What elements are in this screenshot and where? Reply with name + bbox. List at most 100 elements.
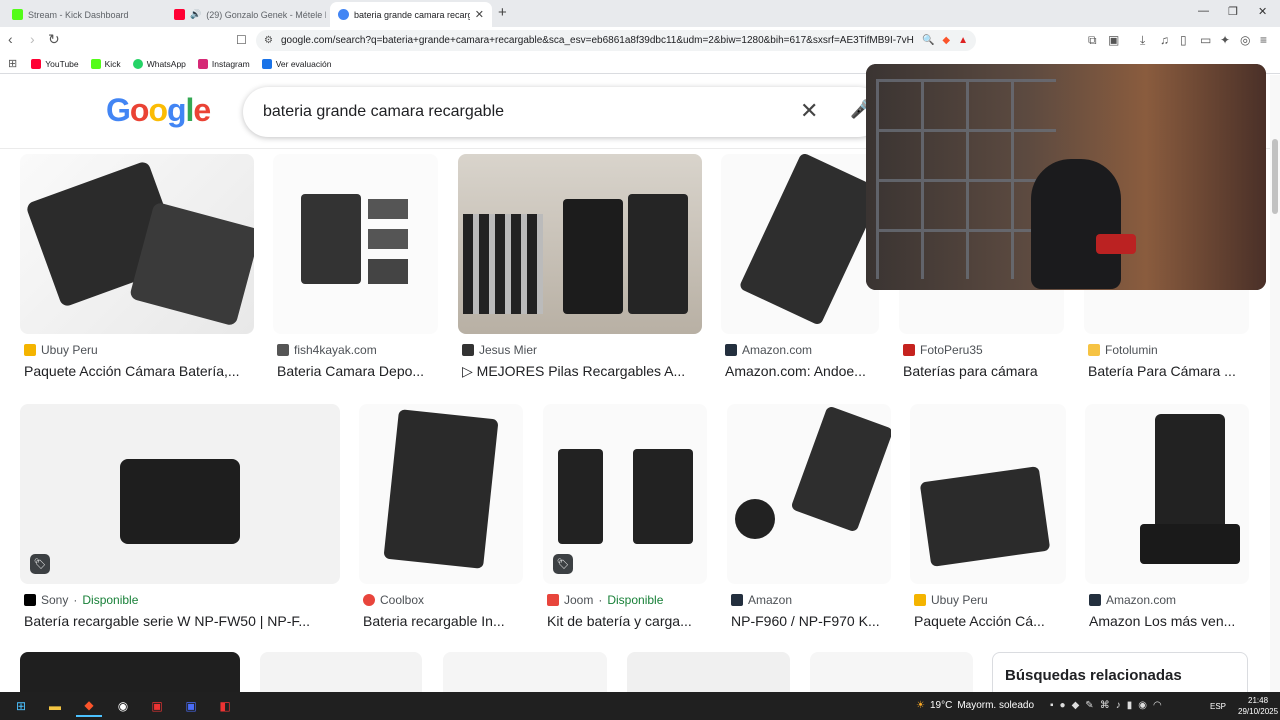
bookmark-ver-evaluacion[interactable]: Ver evaluación	[261, 58, 331, 69]
result-thumbnail[interactable]	[20, 404, 340, 584]
site-icon	[731, 594, 743, 606]
tray-icon[interactable]: ⌘	[1100, 700, 1110, 711]
brave-rewards-icon[interactable]: ▲	[958, 35, 968, 46]
result-source[interactable]: Fotolumin	[1088, 343, 1158, 357]
result-thumbnail[interactable]	[810, 652, 973, 692]
result-source[interactable]: Joom · Disponible	[547, 593, 663, 607]
media-icon[interactable]: ♫	[1160, 33, 1169, 47]
new-tab-button[interactable]: +	[498, 4, 507, 21]
tray-icon[interactable]: ●	[1060, 700, 1066, 711]
windows-taskbar: ⊞ ▬ ◆ ◉ ▣ ▣ ◧ ☀ 19°C Mayorm. soleado ▪ ● ◆ ✎ ⌘…	[0, 692, 1280, 720]
result-title[interactable]: Amazon Los más ven...	[1089, 613, 1249, 629]
extensions-icon[interactable]: ⧉	[1088, 33, 1097, 48]
result-title[interactable]: Batería Para Cámara ...	[1088, 363, 1248, 379]
result-source[interactable]: Jesus Mier	[462, 343, 537, 357]
result-title[interactable]: Paquete Acción Cámara Batería,...	[24, 363, 254, 379]
menu-icon[interactable]: ≡	[1260, 33, 1267, 47]
apps-icon[interactable]: ⊞	[8, 57, 17, 70]
result-thumbnail[interactable]	[20, 154, 254, 334]
app-icon-2[interactable]: ▣	[178, 695, 204, 717]
result-source[interactable]: Amazon.com	[725, 343, 812, 357]
tab-search-icon[interactable]: ▣	[1108, 33, 1119, 47]
result-source[interactable]: fish4kayak.com	[277, 343, 377, 357]
result-thumbnail[interactable]	[727, 404, 891, 584]
result-thumbnail[interactable]	[260, 652, 422, 692]
result-thumbnail[interactable]	[627, 652, 790, 692]
forward-icon[interactable]: ›	[30, 31, 35, 47]
result-source[interactable]: Sony · Disponible	[24, 593, 138, 607]
result-title[interactable]: Baterías para cámara	[903, 363, 1063, 379]
tray-icon[interactable]: ♪	[1116, 700, 1121, 711]
vpn-icon[interactable]: ◎	[1240, 33, 1250, 47]
wallet-icon[interactable]: ▭	[1200, 33, 1211, 47]
restore-icon[interactable]: ❐	[1228, 5, 1238, 18]
clock[interactable]: 21:48 29/10/2025	[1238, 695, 1278, 717]
tray-icon[interactable]: ▮	[1127, 700, 1133, 711]
result-source[interactable]: Ubuy Peru	[24, 343, 98, 357]
tray-icon[interactable]: ✎	[1085, 700, 1093, 711]
tab-youtube-video[interactable]: 🔊 (29) Gonzalo Genek - Métele Bell	[166, 2, 326, 27]
weather-widget[interactable]: ☀ 19°C Mayorm. soleado	[916, 700, 1034, 711]
clear-search-icon[interactable]: ✕	[800, 98, 818, 124]
result-title[interactable]: Kit de batería y carga...	[547, 613, 707, 629]
site-icon	[462, 344, 474, 356]
result-thumbnail[interactable]	[20, 652, 240, 692]
obs-icon[interactable]: ◉	[110, 695, 136, 717]
tab-kick-dashboard[interactable]: Stream - Kick Dashboard	[4, 2, 164, 27]
brave-icon[interactable]: ◆	[76, 695, 102, 717]
close-tab-icon[interactable]: ✕	[475, 8, 484, 21]
leo-icon[interactable]: ✦	[1220, 33, 1230, 47]
tab-google-search[interactable]: bateria grande camara recargab ✕	[330, 2, 492, 27]
result-title[interactable]: Amazon.com: Andoe...	[725, 363, 879, 379]
sidebar-icon[interactable]: ▯	[1180, 33, 1187, 47]
result-thumbnail[interactable]	[443, 652, 607, 692]
product-tag-icon: 🏷	[30, 554, 50, 574]
back-icon[interactable]: ‹	[8, 31, 13, 47]
result-title[interactable]: Batería recargable serie W NP-FW50 | NP-…	[24, 613, 340, 629]
bookmark-whatsapp[interactable]: WhatsApp	[132, 58, 186, 69]
result-source[interactable]: Amazon	[731, 593, 792, 607]
result-source[interactable]: Coolbox	[363, 593, 424, 607]
file-explorer-icon[interactable]: ▬	[42, 695, 68, 717]
source-name: Jesus Mier	[479, 343, 538, 357]
result-title[interactable]: Paquete Acción Cá...	[914, 613, 1066, 629]
reload-icon[interactable]: ↻	[48, 31, 60, 48]
download-icon[interactable]: ⤓	[1140, 33, 1145, 48]
result-thumbnail[interactable]	[1085, 404, 1249, 584]
bookmark-icon[interactable]: ☐	[236, 33, 247, 47]
bookmark-youtube[interactable]: YouTube	[31, 58, 79, 69]
page-scrollbar[interactable]	[1270, 75, 1280, 692]
app-icon[interactable]: ▣	[144, 695, 170, 717]
minimize-icon[interactable]: —	[1198, 5, 1209, 17]
result-source[interactable]: Amazon.com	[1089, 593, 1176, 607]
result-source[interactable]: FotoPeru35	[903, 343, 983, 357]
tray-icon[interactable]: ▪	[1050, 700, 1054, 711]
bookmark-instagram[interactable]: Instagram	[197, 58, 250, 69]
webcam-overlay	[866, 64, 1266, 290]
site-info-icon[interactable]: ⚙	[264, 35, 273, 46]
result-title[interactable]: NP-F960 / NP-F970 K...	[731, 613, 891, 629]
result-thumbnail[interactable]	[721, 154, 879, 334]
tray-icon[interactable]: ◉	[1138, 700, 1147, 711]
bookmark-kick[interactable]: Kick	[90, 58, 121, 69]
brave-shield-icon[interactable]: ◆	[942, 35, 950, 46]
scrollbar-thumb[interactable]	[1272, 139, 1278, 214]
result-title[interactable]: Bateria Camara Depo...	[277, 363, 437, 379]
result-source[interactable]: Ubuy Peru	[914, 593, 988, 607]
language-indicator[interactable]: ESP	[1210, 702, 1226, 711]
result-thumbnail[interactable]	[910, 404, 1066, 584]
zoom-icon[interactable]: 🔍	[922, 35, 934, 46]
result-thumbnail[interactable]	[458, 154, 702, 334]
address-bar[interactable]: ⚙ google.com/search?q=bateria+grande+cam…	[256, 30, 976, 51]
start-icon[interactable]: ⊞	[8, 695, 34, 717]
result-title[interactable]: ▷ MEJORES Pilas Recargables A...	[462, 363, 702, 380]
result-thumbnail[interactable]	[359, 404, 523, 584]
search-input[interactable]: bateria grande camara recargable	[243, 87, 883, 137]
result-title[interactable]: Bateria recargable In...	[363, 613, 523, 629]
close-window-icon[interactable]: ✕	[1258, 5, 1267, 18]
google-logo[interactable]: Google	[106, 92, 211, 129]
wifi-icon[interactable]: ◠	[1153, 700, 1162, 711]
result-thumbnail[interactable]	[273, 154, 438, 334]
tray-icon[interactable]: ◆	[1072, 700, 1080, 711]
app-icon-3[interactable]: ◧	[212, 695, 238, 717]
